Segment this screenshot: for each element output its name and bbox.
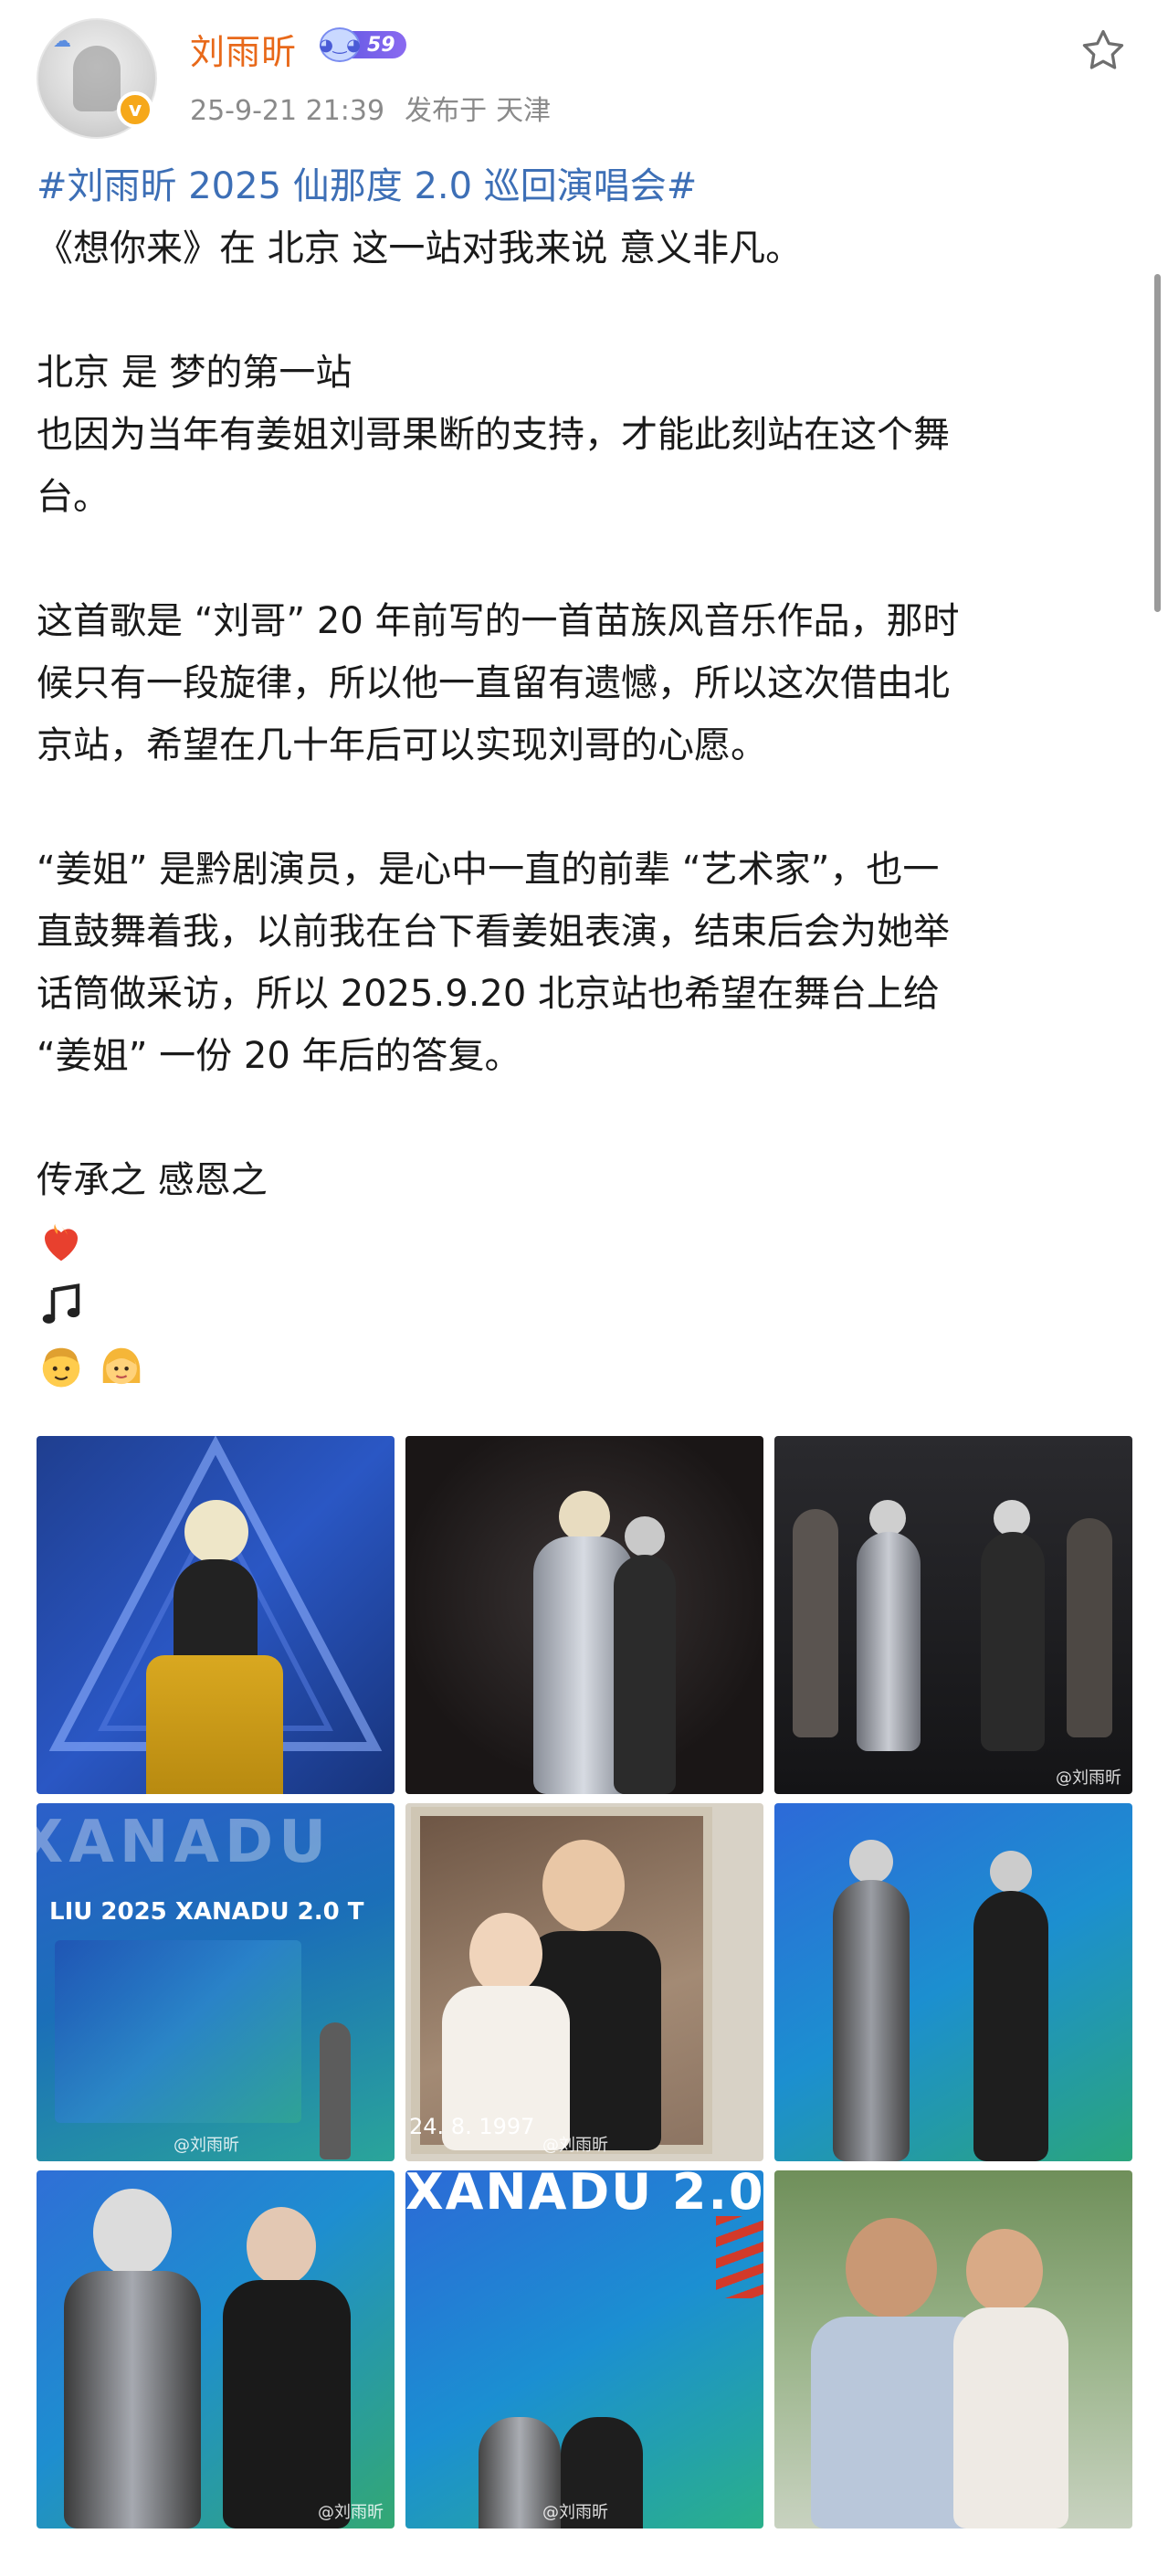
performer-figure bbox=[857, 1532, 921, 1751]
photo-watermark: @刘雨昕 bbox=[542, 2136, 608, 2155]
performer-head bbox=[994, 1500, 1030, 1536]
photo-watermark: @刘雨昕 bbox=[542, 2503, 608, 2522]
verified-badge-icon: v bbox=[117, 91, 153, 128]
photo-thumbnail[interactable]: 24. 8. 1997 @刘雨昕 bbox=[405, 1803, 763, 2161]
published-label: 发布于 bbox=[405, 95, 488, 127]
level-mascot-icon: ◕‿◕ bbox=[319, 27, 361, 62]
post-content: #刘雨昕 2025 仙那度 2.0 巡回演唱会# 《想你来》在 北京 这一站对我… bbox=[37, 155, 1132, 1398]
photo-thumbnail[interactable] bbox=[774, 2170, 1132, 2528]
bride-head bbox=[469, 1913, 542, 1995]
photo-thumbnail[interactable] bbox=[37, 1436, 395, 1794]
photo-date: 24. 8. 1997 bbox=[409, 2114, 535, 2139]
performer-head bbox=[625, 1516, 665, 1557]
performer-figure bbox=[174, 1559, 258, 1669]
emoji-row bbox=[37, 1336, 1132, 1398]
man-head bbox=[846, 2218, 937, 2318]
scrollbar[interactable] bbox=[1154, 274, 1161, 612]
content-line: 这首歌是 “刘哥” 20 年前写的一首苗族风音乐作品，那时 bbox=[37, 600, 960, 642]
emoji-row bbox=[37, 1211, 1132, 1273]
xanadu-logo-text: XANADU bbox=[37, 1809, 332, 1876]
photo-thumbnail[interactable]: XANADU 2.0 @刘雨昕 bbox=[405, 2170, 763, 2528]
content-line: 也因为当年有姜姐刘哥果断的支持，才能此刻站在这个舞 bbox=[37, 414, 950, 456]
child-shirt bbox=[953, 2307, 1068, 2528]
emoji-row bbox=[37, 1273, 1132, 1336]
screen-figure bbox=[55, 1940, 301, 2123]
photo-thumbnail[interactable]: @刘雨昕 bbox=[774, 1436, 1132, 1794]
weibo-post-page: ☁ v 刘雨昕 ◕‿◕ 59 25-9-21 21:39 发布于 天津 #刘雨昕 2… bbox=[0, 0, 1168, 2576]
performer-figure bbox=[223, 2280, 351, 2528]
photo-watermark: @刘雨昕 bbox=[318, 2503, 384, 2522]
dancer-figure bbox=[793, 1509, 838, 1737]
post-meta: 25-9-21 21:39 发布于 天津 bbox=[190, 88, 571, 128]
avatar-figure bbox=[73, 46, 121, 111]
performer-skirt bbox=[146, 1655, 283, 1794]
tour-banner-text: LIU 2025 XANADU 2.0 T bbox=[49, 1898, 364, 1926]
man-emoji bbox=[42, 1347, 80, 1388]
photo-thumbnail[interactable]: XANADU LIU 2025 XANADU 2.0 T @刘雨昕 bbox=[37, 1803, 395, 2161]
performer-figure bbox=[64, 2271, 201, 2528]
dancer-figure bbox=[1067, 1518, 1112, 1737]
content-line: 京站，希望在几十年后可以实现刘哥的心愿。 bbox=[37, 724, 767, 766]
avatar-doodle-icon: ☁ bbox=[53, 29, 71, 51]
performer-figure bbox=[614, 1555, 676, 1794]
red-stripes bbox=[716, 2216, 763, 2298]
child-head bbox=[966, 2229, 1043, 2313]
post-timestamp: 25-9-21 21:39 bbox=[190, 95, 385, 127]
photo-watermark: @刘雨昕 bbox=[174, 2136, 239, 2155]
performer-headdress bbox=[184, 1500, 248, 1564]
performer-figure bbox=[833, 1880, 910, 2161]
music-notes-emoji bbox=[42, 1283, 80, 1324]
performer-head bbox=[93, 2189, 172, 2276]
content-line: 话筒做采访，所以 2025.9.20 北京站也希望在舞台上给 bbox=[37, 973, 941, 1015]
star-outline-icon[interactable] bbox=[1078, 26, 1129, 77]
username[interactable]: 刘雨昕 bbox=[190, 24, 297, 74]
photo-thumbnail[interactable] bbox=[405, 1436, 763, 1794]
content-line: 传承之 感恩之 bbox=[37, 1159, 268, 1201]
performer-head bbox=[849, 1840, 893, 1884]
hashtag-link[interactable]: #刘雨昕 2025 仙那度 2.0 巡回演唱会# bbox=[37, 155, 1132, 217]
performer-figure bbox=[973, 1891, 1048, 2161]
performer-head bbox=[869, 1500, 906, 1536]
photo-grid: @刘雨昕 XANADU LIU 2025 XANADU 2.0 T @刘雨昕 2… bbox=[37, 1436, 1132, 2528]
performer-figure bbox=[981, 1532, 1045, 1751]
content-line: 《想你来》在 北京 这一站对我来说 意义非凡。 bbox=[37, 227, 803, 269]
level-badge[interactable]: ◕‿◕ 59 bbox=[319, 27, 406, 62]
heart-on-fire-emoji bbox=[45, 1223, 78, 1262]
photo-watermark: @刘雨昕 bbox=[1056, 1768, 1121, 1788]
groom-head bbox=[542, 1840, 625, 1931]
performer-head bbox=[990, 1851, 1032, 1893]
content-line: 台。 bbox=[37, 476, 110, 518]
photo-thumbnail[interactable]: @刘雨昕 bbox=[37, 2170, 395, 2528]
content-line: 直鼓舞着我，以前我在台下看姜姐表演，结束后会为她举 bbox=[37, 911, 950, 953]
performer-figure bbox=[320, 2022, 351, 2159]
performer-head bbox=[559, 1491, 610, 1542]
woman-emoji bbox=[102, 1347, 141, 1385]
content-line: “姜姐” 一份 20 年后的答复。 bbox=[37, 1035, 521, 1077]
content-line: “姜姐” 是黔剧演员，是心中一直的前辈 “艺术家”，也一 bbox=[37, 849, 940, 891]
performer-head bbox=[247, 2207, 316, 2286]
content-line: 候只有一段旋律，所以他一直留有遗憾，所以这次借由北 bbox=[37, 662, 950, 704]
photo-thumbnail[interactable] bbox=[774, 1803, 1132, 2161]
xanadu-banner-text: XANADU 2.0 bbox=[405, 2170, 763, 2221]
post-location: 天津 bbox=[496, 95, 552, 127]
content-line: 北京 是 梦的第一站 bbox=[37, 352, 353, 394]
